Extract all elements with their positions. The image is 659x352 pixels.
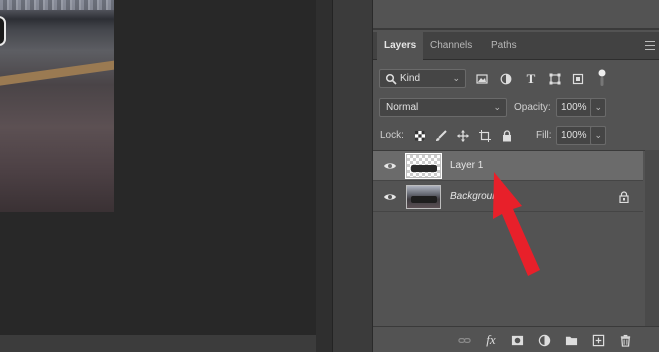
lock-label: Lock: <box>380 130 404 141</box>
lock-move-icon[interactable] <box>456 129 470 143</box>
layer-name[interactable]: Background <box>450 182 503 212</box>
document-canvas[interactable] <box>0 0 316 335</box>
document-image <box>0 0 114 212</box>
fill-value: 100% <box>561 130 587 141</box>
lock-brush-icon[interactable] <box>434 129 448 143</box>
upper-panel <box>373 0 659 30</box>
lock-row: Lock: Fill: 100% ⌄ <box>373 125 659 147</box>
canvas-scrollbar-gutter <box>316 0 332 352</box>
layer-1-thumbnail[interactable] <box>405 153 442 179</box>
layer-name[interactable]: Layer 1 <box>450 151 483 181</box>
fill-dropdown[interactable]: ⌄ <box>590 126 606 145</box>
layers-footer: fx <box>373 326 659 352</box>
search-icon <box>384 72 398 86</box>
opacity-dropdown[interactable]: ⌄ <box>590 98 606 117</box>
chevron-down-icon: ⌄ <box>594 102 602 112</box>
layer-lock-icon <box>619 191 629 204</box>
filter-kind-value: Kind <box>400 73 421 84</box>
status-bar <box>0 335 316 352</box>
collapsed-panel-dock <box>332 0 372 352</box>
tab-channels[interactable]: Channels <box>423 32 479 60</box>
filter-row: Kind ⌄ T <box>373 68 659 90</box>
layers-list: Layer 1 Background <box>373 150 659 326</box>
chevron-down-icon: ⌄ <box>452 73 460 83</box>
lock-all-icon[interactable] <box>500 129 514 143</box>
lock-artboard-icon[interactable] <box>478 129 492 143</box>
filter-kind-select[interactable]: Kind ⌄ <box>379 69 466 88</box>
image-road-stripe <box>0 58 114 87</box>
car-silhouette <box>411 165 437 172</box>
fill-label: Fill: <box>536 130 552 141</box>
trash-icon[interactable] <box>618 333 632 347</box>
opacity-value: 100% <box>561 102 587 113</box>
tab-paths[interactable]: Paths <box>484 32 524 60</box>
filter-toggle-icon[interactable] <box>595 68 609 88</box>
layers-scrollbar[interactable] <box>645 150 659 326</box>
tab-layers[interactable]: Layers <box>377 32 424 61</box>
car-silhouette <box>411 196 437 203</box>
filter-pixel-icon[interactable] <box>475 72 489 86</box>
layers-panel: Layers Channels Paths Kind ⌄ T Normal ⌄ … <box>372 0 659 352</box>
link-icon[interactable] <box>457 333 471 347</box>
layer-row-layer-1[interactable]: Layer 1 <box>373 151 643 181</box>
eye-icon[interactable] <box>383 191 397 203</box>
filter-adjustment-icon[interactable] <box>499 72 513 86</box>
layer-row-background[interactable]: Background <box>373 182 643 212</box>
background-thumbnail[interactable] <box>406 185 441 209</box>
filter-shape-icon[interactable] <box>548 72 562 86</box>
filter-type-icon[interactable]: T <box>524 71 538 86</box>
lock-transparent-icon[interactable] <box>413 129 427 143</box>
image-car-wheel <box>0 16 6 46</box>
fx-icon[interactable]: fx <box>484 332 498 347</box>
new-layer-icon[interactable] <box>591 333 605 347</box>
filter-smartobject-icon[interactable] <box>571 72 585 86</box>
blend-row: Normal ⌄ Opacity: 100% ⌄ <box>373 97 659 119</box>
eye-icon[interactable] <box>383 160 397 172</box>
chevron-down-icon: ⌄ <box>493 102 501 112</box>
blend-mode-select[interactable]: Normal ⌄ <box>379 98 507 117</box>
adjustment-icon[interactable] <box>537 333 551 347</box>
mask-icon[interactable] <box>510 333 524 347</box>
blend-mode-value: Normal <box>386 102 419 113</box>
opacity-label: Opacity: <box>514 102 551 113</box>
panel-tabbar: Layers Channels Paths <box>373 32 659 61</box>
panel-menu-icon[interactable] <box>645 41 655 50</box>
folder-icon[interactable] <box>564 333 578 347</box>
chevron-down-icon: ⌄ <box>594 130 602 140</box>
image-city-skyline <box>0 0 114 10</box>
